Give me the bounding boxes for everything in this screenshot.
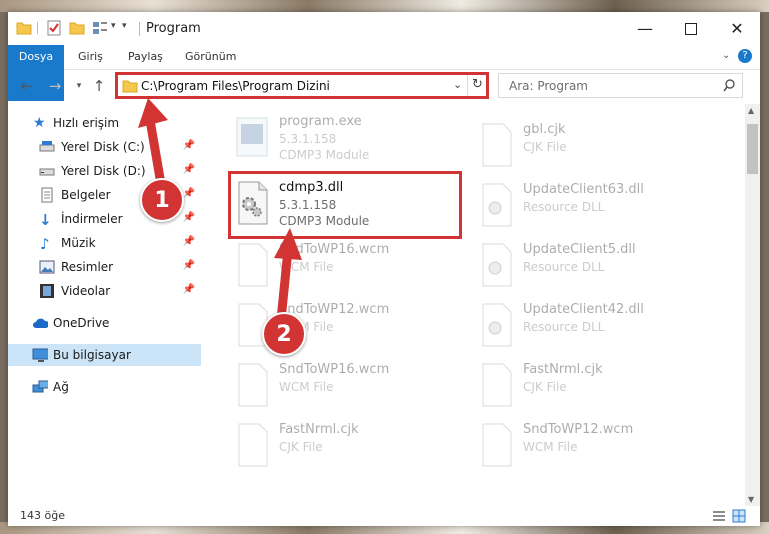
step-badge-2: 2 <box>262 312 306 356</box>
annotation-arrows <box>138 98 302 331</box>
step-badge-1: 1 <box>140 178 184 222</box>
arrow-head-2 <box>274 228 302 260</box>
arrow-head-1 <box>138 98 168 128</box>
